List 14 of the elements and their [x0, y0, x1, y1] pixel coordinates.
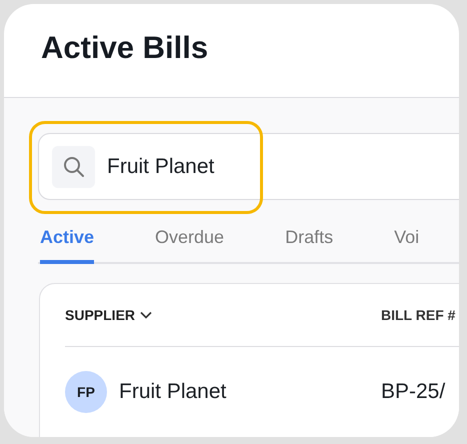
- search-text: Fruit Planet: [107, 154, 214, 178]
- caret-icon: [140, 311, 152, 319]
- search-field[interactable]: Fruit Planet: [38, 133, 459, 200]
- search-icon[interactable]: [52, 146, 95, 188]
- tab[interactable]: Voi: [394, 219, 420, 264]
- tab[interactable]: Active: [40, 219, 94, 264]
- page-title: Active Bills: [41, 30, 208, 66]
- table-cell-text: BP-25/: [381, 380, 446, 404]
- tab[interactable]: Overdue: [155, 219, 224, 264]
- column-header[interactable]: BILL REF #: [381, 307, 459, 323]
- table-cell: Fruit Planet: [119, 380, 226, 404]
- tab[interactable]: Drafts: [285, 219, 334, 264]
- column-header[interactable]: SUPPLIER: [65, 307, 381, 323]
- avatar: FP: [65, 371, 107, 413]
